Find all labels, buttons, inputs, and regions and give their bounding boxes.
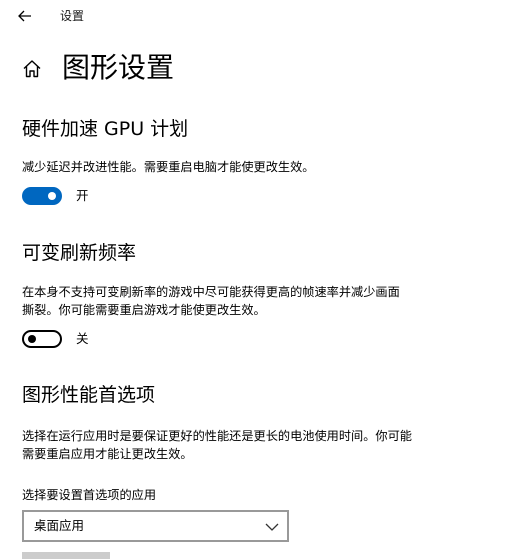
vrr-description-line2: 撕裂。你可能需要重启游戏才能使更改生效。 — [22, 303, 266, 317]
vrr-title: 可变刷新频率 — [22, 242, 137, 264]
browse-button[interactable] — [22, 552, 110, 559]
vrr-toggle-label: 关 — [76, 331, 89, 346]
gpu-scheduling-toggle-label: 开 — [76, 188, 89, 203]
toggle-knob — [48, 192, 56, 200]
app-type-select-caption: 选择要设置首选项的应用 — [22, 488, 157, 502]
back-arrow-icon — [18, 10, 31, 22]
window-title: 设置 — [60, 9, 85, 23]
page-title: 图形设置 — [62, 51, 175, 84]
app-type-dropdown[interactable]: 桌面应用 — [22, 510, 289, 542]
chevron-down-icon — [265, 523, 279, 531]
toggle-knob — [28, 335, 36, 343]
graphics-preference-description-line2: 需要重启应用才能让更改生效。 — [22, 447, 193, 461]
settings-page: 设置 图形设置 硬件加速 GPU 计划 减少延迟并改进性能。需要重启电脑才能使更… — [0, 0, 509, 559]
gpu-scheduling-toggle[interactable] — [22, 187, 62, 205]
back-button[interactable] — [14, 5, 36, 27]
app-type-selected-value: 桌面应用 — [34, 518, 85, 533]
gpu-scheduling-title: 硬件加速 GPU 计划 — [22, 118, 189, 140]
vrr-description-line1: 在本身不支持可变刷新率的游戏中尽可能获得更高的帧速率并减少画面 — [22, 285, 400, 299]
home-icon — [23, 60, 41, 78]
vrr-toggle[interactable] — [22, 330, 62, 348]
graphics-preference-description-line1: 选择在运行应用时是要保证更好的性能还是更长的电池使用时间。你可能 — [22, 429, 412, 443]
graphics-preference-title: 图形性能首选项 — [22, 384, 156, 406]
gpu-scheduling-description: 减少延迟并改进性能。需要重启电脑才能使更改生效。 — [22, 160, 315, 174]
